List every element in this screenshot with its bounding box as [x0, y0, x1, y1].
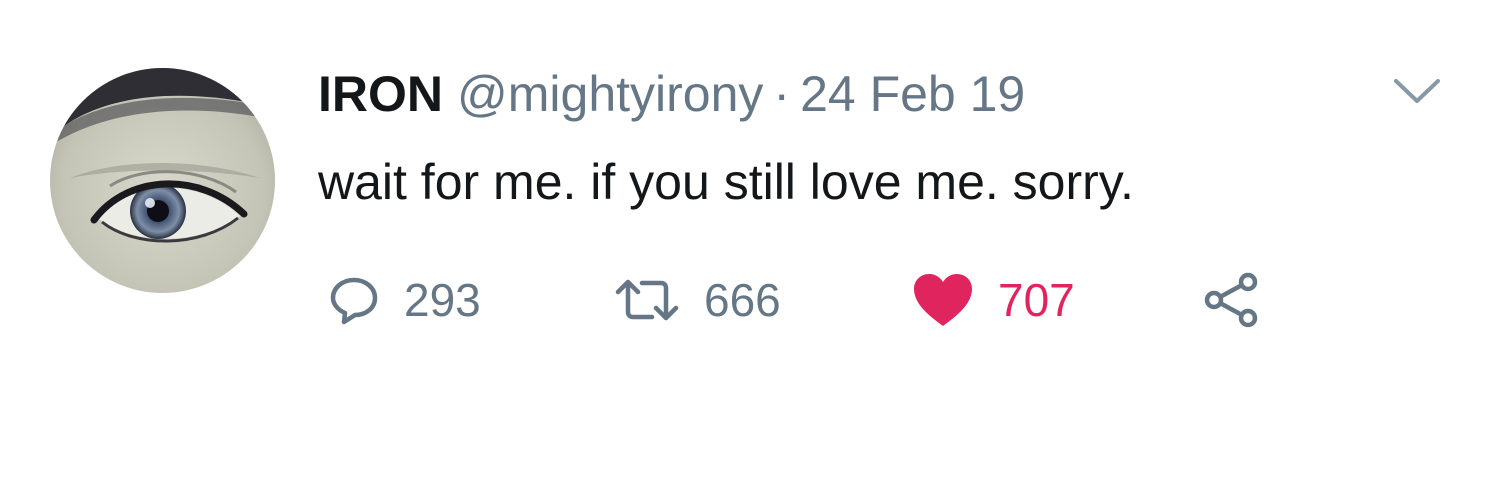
avatar[interactable]: [50, 68, 275, 293]
retweet-button[interactable]: 666: [614, 265, 781, 335]
tweet-text: wait for me. if you still love me. sorry…: [318, 154, 1134, 210]
share-icon: [1204, 272, 1258, 328]
like-count: 707: [998, 274, 1075, 326]
heart-icon: [914, 274, 972, 326]
author-name[interactable]: IRON: [318, 64, 443, 124]
tweet-menu-button[interactable]: [1392, 76, 1442, 106]
header-separator: ·: [773, 66, 791, 122]
reply-count: 293: [404, 274, 481, 326]
tweet-card[interactable]: IRON @mightyirony · 24 Feb 19 wait for m…: [0, 0, 1500, 500]
tweet-actions: 293 666 707: [318, 265, 1318, 335]
share-button[interactable]: [1202, 265, 1286, 335]
chevron-down-icon: [1394, 79, 1440, 103]
reply-button[interactable]: 293: [328, 265, 481, 335]
retweet-count: 666: [704, 274, 781, 326]
retweet-arrows-icon: [615, 279, 679, 321]
tweet-date[interactable]: 24 Feb 19: [800, 64, 1025, 124]
reply-bubble-icon: [330, 277, 378, 325]
author-handle[interactable]: @mightyirony: [457, 64, 763, 124]
like-button[interactable]: 707: [912, 265, 1075, 335]
tweet-header: IRON @mightyirony · 24 Feb 19: [318, 64, 1025, 124]
